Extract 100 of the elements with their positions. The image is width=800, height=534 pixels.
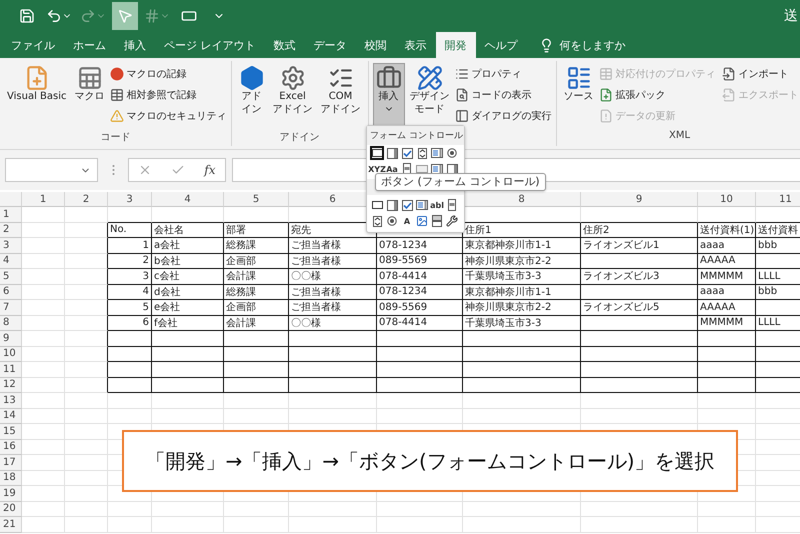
table-cell: 078-1234 (377, 238, 463, 254)
ribbon-tab[interactable]: 数式 (264, 32, 304, 58)
text-box-icon[interactable]: abl (430, 198, 444, 212)
combo-box-icon[interactable] (385, 198, 399, 212)
toggle-button-icon[interactable] (430, 214, 444, 228)
tell-me-field[interactable]: 何をしますか (560, 38, 626, 52)
table-cell: bbb (756, 284, 800, 300)
image-icon[interactable] (415, 214, 429, 228)
label-icon[interactable]: Aa (385, 162, 399, 176)
ribbon-button[interactable]: インポート (722, 63, 799, 84)
button-control-icon[interactable] (370, 198, 384, 212)
table-cell (108, 362, 152, 378)
checkbox-icon[interactable] (400, 146, 414, 160)
ribbon-button[interactable]: マクロ (72, 63, 108, 130)
row-header[interactable]: 13 (0, 393, 22, 408)
spin-button-icon[interactable] (370, 214, 384, 228)
table-cell: MMMMM (698, 316, 756, 331)
ribbon-tab[interactable]: ホーム (64, 32, 115, 58)
combo-box-icon[interactable] (445, 162, 459, 176)
ribbon-tab[interactable]: ヘルプ (476, 32, 526, 58)
table-cell: d会社 (152, 284, 224, 300)
row-header[interactable]: 11 (0, 362, 22, 378)
row-header[interactable]: 9 (0, 331, 22, 346)
combo-box-icon[interactable] (385, 146, 399, 160)
row-header[interactable]: 21 (0, 517, 22, 532)
row-header[interactable]: 6 (0, 284, 22, 300)
row-header[interactable]: 8 (0, 316, 22, 331)
row-header[interactable]: 17 (0, 455, 22, 470)
label-icon[interactable]: A (400, 214, 414, 228)
row-header[interactable]: 15 (0, 424, 22, 440)
row-header[interactable]: 18 (0, 470, 22, 486)
ribbon-tab[interactable]: データ (304, 32, 356, 58)
radio-button-icon[interactable] (385, 214, 399, 228)
table-cell (108, 346, 152, 362)
column-header[interactable]: 2 (65, 192, 108, 207)
column-header[interactable]: 10 (698, 192, 756, 207)
scroll-bar-icon[interactable] (445, 198, 459, 212)
ribbon-button[interactable]: プロパティ (454, 63, 552, 84)
ribbon-tab[interactable]: 挿入 (115, 32, 155, 58)
spin-button-icon[interactable] (415, 146, 429, 160)
row-header[interactable]: 3 (0, 238, 22, 254)
list-box-icon[interactable] (430, 162, 444, 176)
list-box-icon[interactable] (415, 198, 429, 212)
group-box-icon[interactable]: XYZ (370, 162, 384, 176)
row-header[interactable]: 5 (0, 269, 22, 284)
row-header[interactable]: 2 (0, 222, 22, 238)
table-cell: a会社 (152, 238, 224, 254)
list-box-icon[interactable] (430, 146, 444, 160)
column-header[interactable]: 8 (463, 192, 581, 207)
ribbon-button[interactable]: コードの表示 (454, 84, 552, 105)
ribbon-tab[interactable]: ページ レイアウト (155, 32, 264, 58)
table-cell (108, 331, 152, 346)
ribbon-tab[interactable]: 開発 (436, 32, 476, 58)
row-header[interactable]: 16 (0, 440, 22, 455)
row-header[interactable]: 12 (0, 378, 22, 393)
ribbon-button[interactable]: COM アドイン (318, 63, 364, 130)
column-header[interactable]: 5 (224, 192, 289, 207)
ribbon-tab[interactable]: 表示 (396, 32, 436, 58)
insert-function-button[interactable]: fx (204, 163, 216, 177)
ribbon-button[interactable]: Visual Basic (4, 63, 70, 130)
table-cell (22, 331, 65, 346)
field-icon[interactable] (415, 162, 429, 176)
radio-button-icon[interactable] (445, 146, 459, 160)
column-header[interactable]: 1 (22, 192, 65, 207)
ribbon-button[interactable]: マクロの記録 (110, 63, 227, 84)
table-cell: ライオンズビル3 (581, 269, 698, 284)
column-header[interactable]: 9 (581, 192, 698, 207)
column-header[interactable]: 11 (756, 192, 800, 207)
row-header[interactable]: 1 (0, 207, 22, 222)
table-cell: 6 (108, 316, 152, 331)
table-cell: 089-5569 (377, 254, 463, 269)
ribbon-button[interactable]: 相対参照で記録 (110, 84, 227, 105)
ribbon-button[interactable]: Excel アドイン (270, 63, 316, 130)
ribbon-button[interactable]: マクロのセキュリティ (110, 105, 227, 126)
ribbon-button[interactable]: 拡張パック (598, 84, 716, 105)
table-cell: b会社 (152, 254, 224, 269)
row-header[interactable]: 4 (0, 254, 22, 269)
table-cell: ライオンズビル1 (581, 238, 698, 254)
ribbon-button[interactable]: ダイアログの実行 (454, 105, 552, 126)
row-header[interactable]: 7 (0, 300, 22, 316)
table-cell (22, 424, 65, 440)
row-header[interactable]: 10 (0, 346, 22, 362)
table-cell (698, 517, 756, 532)
column-header[interactable]: 4 (152, 192, 224, 207)
ribbon-tab[interactable]: 校閲 (356, 32, 396, 58)
scroll-bar-icon[interactable] (400, 162, 414, 176)
ribbon-button[interactable]: アド イン (236, 63, 268, 130)
table-cell: aaaa (698, 284, 756, 300)
wrench-icon[interactable] (445, 214, 459, 228)
table-cell: LLLL (756, 316, 800, 331)
row-header[interactable]: 20 (0, 502, 22, 517)
button-control-icon[interactable] (370, 146, 384, 160)
row-header[interactable]: 19 (0, 486, 22, 502)
table-cell (22, 254, 65, 269)
ribbon-tab[interactable]: ファイル (2, 32, 64, 58)
checkbox-icon[interactable] (400, 198, 414, 212)
gear-icon (280, 65, 306, 91)
column-header[interactable]: 3 (108, 192, 152, 207)
row-header[interactable]: 14 (0, 408, 22, 424)
ribbon-button[interactable]: ソース (560, 63, 597, 130)
